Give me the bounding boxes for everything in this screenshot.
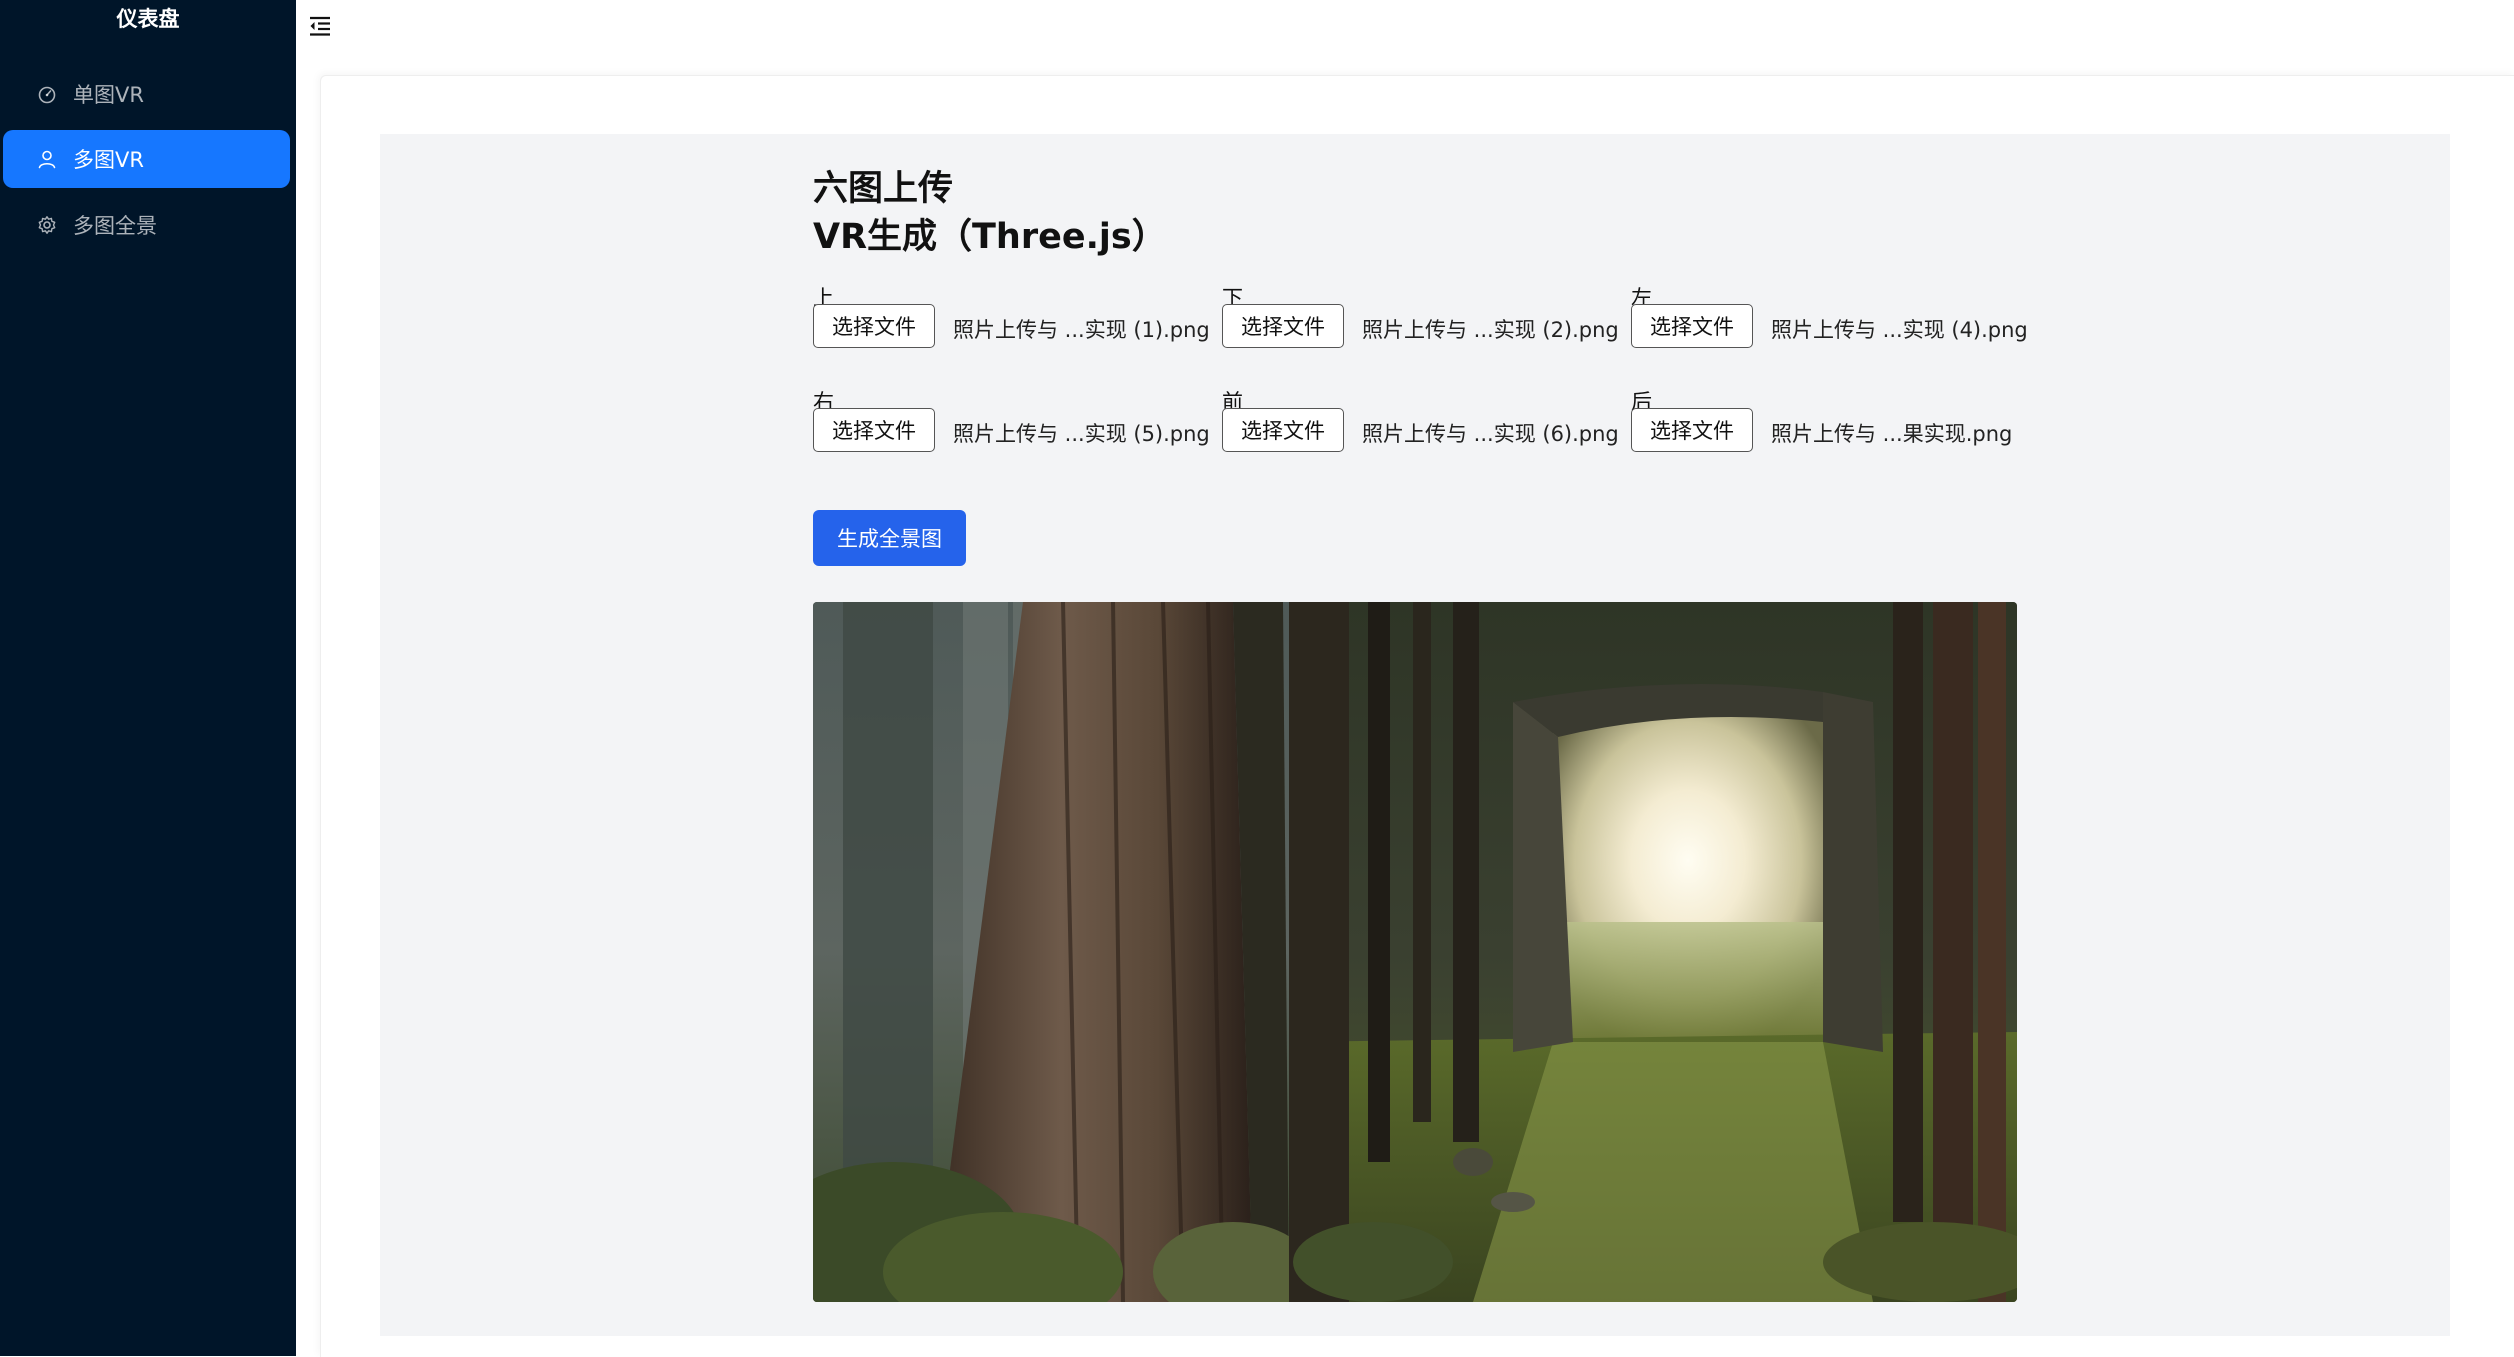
generate-panorama-button[interactable]: 生成全景图 <box>813 510 966 566</box>
file-name: 照片上传与 ...果实现.png <box>1771 422 2013 446</box>
upload-group-bottom: 下 选择文件 照片上传与 ...实现 (2).png <box>1222 282 1622 372</box>
dashboard-icon <box>37 84 57 104</box>
choose-file-button[interactable]: 选择文件 <box>1631 408 1753 452</box>
top-bar <box>296 0 2514 60</box>
sidebar-item-multi-vr[interactable]: 多图VR <box>3 130 290 188</box>
sidebar-item-single-vr[interactable]: 单图VR <box>3 65 290 123</box>
choose-file-button[interactable]: 选择文件 <box>813 304 935 348</box>
upload-group-left: 左 选择文件 照片上传与 ...实现 (4).png <box>1631 282 2031 372</box>
upload-group-top: 上 选择文件 照片上传与 ...实现 (1).png <box>813 282 1213 372</box>
menu-fold-icon[interactable] <box>304 10 336 42</box>
sidebar-item-label: 单图VR <box>73 83 144 107</box>
file-name: 照片上传与 ...实现 (5).png <box>953 422 1210 446</box>
sidebar-item-label: 多图全景 <box>73 214 157 238</box>
file-name: 照片上传与 ...实现 (4).png <box>1771 318 2028 342</box>
brand-title: 仪表盘 <box>116 7 180 31</box>
user-icon <box>37 149 57 169</box>
choose-file-button[interactable]: 选择文件 <box>813 408 935 452</box>
upload-group-back: 后 选择文件 照片上传与 ...果实现.png <box>1631 386 2031 476</box>
choose-file-button[interactable]: 选择文件 <box>1631 304 1753 348</box>
panorama-viewer[interactable] <box>813 602 2017 1302</box>
sidebar-item-multi-panorama[interactable]: 多图全景 <box>3 196 290 254</box>
sidebar-item-label: 多图VR <box>73 148 144 172</box>
upload-group-right: 右 选择文件 照片上传与 ...实现 (5).png <box>813 386 1213 476</box>
choose-file-button[interactable]: 选择文件 <box>1222 408 1344 452</box>
page-title: 六图上传 <box>813 169 954 209</box>
file-name: 照片上传与 ...实现 (6).png <box>1362 422 1619 446</box>
upload-group-front: 前 选择文件 照片上传与 ...实现 (6).png <box>1222 386 1622 476</box>
file-name: 照片上传与 ...实现 (2).png <box>1362 318 1619 342</box>
choose-file-button[interactable]: 选择文件 <box>1222 304 1344 348</box>
file-name: 照片上传与 ...实现 (1).png <box>953 318 1210 342</box>
gear-icon <box>37 215 57 235</box>
page-subtitle: VR生成（Three.js） <box>813 217 1167 257</box>
sidebar: 仪表盘 单图VR 多图VR 多图全景 <box>0 0 296 1356</box>
